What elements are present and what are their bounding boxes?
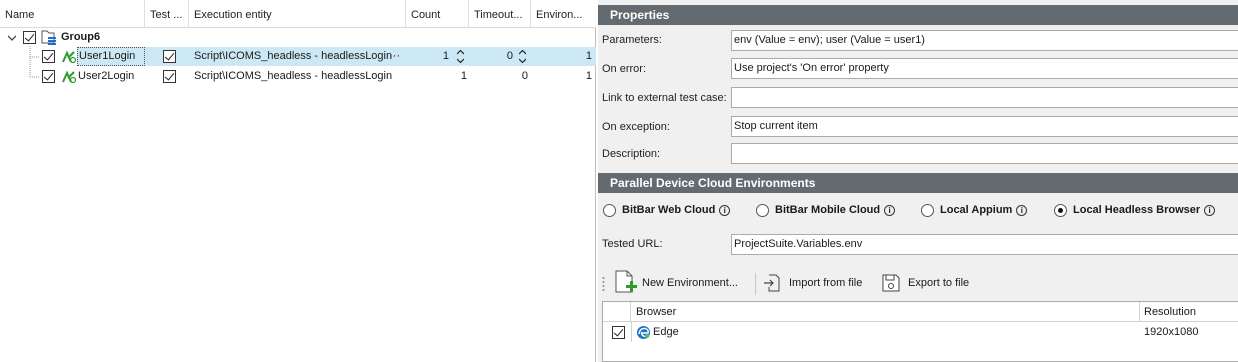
export-label: Export to file bbox=[908, 277, 970, 289]
test-cell bbox=[145, 47, 189, 66]
resolution-value: 1920x1080 bbox=[1144, 326, 1199, 338]
toolbar-grip bbox=[602, 277, 605, 291]
radio-button[interactable] bbox=[921, 203, 934, 217]
item-name[interactable]: User1Login bbox=[77, 47, 145, 66]
radio-button[interactable] bbox=[603, 203, 616, 217]
parameters-label: Parameters: bbox=[602, 34, 662, 46]
ellipsis-button[interactable]: ··· bbox=[389, 47, 400, 66]
grid-header: Name Test ... Execution entity Count Tim… bbox=[0, 0, 596, 28]
info-icon[interactable]: i bbox=[884, 204, 896, 216]
script-routine-icon bbox=[62, 70, 77, 84]
execution-entity-cell[interactable]: Script\ICOMS_headless - headlessLogin ··… bbox=[189, 47, 406, 66]
test-items-panel: Name Test ... Execution entity Count Tim… bbox=[0, 0, 596, 362]
checkbox-column-header bbox=[603, 302, 631, 321]
column-header-count[interactable]: Count bbox=[406, 0, 469, 27]
description-label: Description: bbox=[602, 148, 661, 160]
external-link-field[interactable] bbox=[731, 87, 1238, 108]
environment-enabled-checkbox[interactable] bbox=[612, 326, 625, 339]
radio-label: BitBar Web Cloud bbox=[622, 204, 716, 216]
on-exception-field[interactable]: Stop current item bbox=[731, 116, 1238, 137]
execution-entity-value[interactable]: Script\ICOMS_headless - headlessLogin bbox=[194, 67, 406, 86]
edge-browser-icon bbox=[637, 326, 650, 339]
properties-section-header: Properties bbox=[598, 5, 1238, 25]
properties-panel: Properties Parameters: env (Value = env)… bbox=[598, 0, 1238, 362]
column-header-execution-entity[interactable]: Execution entity bbox=[189, 0, 406, 27]
test-case-checkbox[interactable] bbox=[163, 50, 176, 63]
radio-bitbar-web[interactable]: BitBar Web Cloud i bbox=[603, 202, 731, 218]
environments-value[interactable]: 1 bbox=[531, 47, 596, 66]
chevron-down-icon[interactable] bbox=[8, 34, 16, 42]
count-value: 1 bbox=[442, 50, 449, 62]
item-name[interactable]: User2Login bbox=[78, 67, 145, 86]
environments-section-header: Parallel Device Cloud Environments bbox=[598, 173, 1238, 193]
script-routine-icon bbox=[62, 50, 77, 64]
on-exception-label: On exception: bbox=[602, 121, 670, 133]
item-enabled-checkbox[interactable] bbox=[42, 50, 55, 63]
radio-label: Local Headless Browser bbox=[1073, 204, 1201, 216]
radio-bitbar-mobile[interactable]: BitBar Mobile Cloud i bbox=[756, 202, 896, 218]
radio-label: BitBar Mobile Cloud bbox=[775, 204, 881, 216]
parameters-field[interactable]: env (Value = env); user (Value = user1) bbox=[731, 30, 1238, 51]
group-icon bbox=[41, 30, 56, 45]
timeout-spinner[interactable]: 0 bbox=[469, 47, 531, 66]
test-item-row-2[interactable]: User2Login Script\ICOMS_headless - headl… bbox=[0, 67, 596, 86]
timeout-value[interactable]: 0 bbox=[469, 67, 531, 86]
test-case-checkbox[interactable] bbox=[163, 70, 176, 83]
info-icon[interactable]: i bbox=[719, 204, 731, 216]
description-field[interactable] bbox=[731, 143, 1238, 164]
timeout-value: 0 bbox=[506, 50, 513, 62]
add-document-icon bbox=[615, 270, 637, 293]
tested-url-label: Tested URL: bbox=[602, 238, 663, 250]
save-icon bbox=[882, 274, 900, 292]
column-divider bbox=[1139, 302, 1140, 321]
column-divider bbox=[631, 322, 632, 342]
column-header-browser[interactable]: Browser bbox=[636, 302, 676, 321]
count-spinner[interactable]: 1 bbox=[406, 47, 469, 66]
radio-label: Local Appium bbox=[940, 204, 1013, 216]
radio-button[interactable] bbox=[756, 203, 769, 217]
new-environment-label: New Environment... bbox=[642, 277, 738, 289]
environments-grid: Browser Resolution Edge 1920x1080 bbox=[602, 301, 1238, 362]
group-row[interactable]: Group6 bbox=[0, 28, 596, 47]
group-checkbox[interactable] bbox=[23, 31, 36, 44]
radio-button[interactable] bbox=[1054, 203, 1067, 217]
tested-url-field[interactable]: ProjectSuite.Variables.env bbox=[731, 234, 1238, 255]
column-header-environments[interactable]: Environ... bbox=[531, 0, 596, 27]
import-label: Import from file bbox=[789, 277, 863, 289]
spinner-arrows-icon[interactable] bbox=[519, 50, 526, 63]
test-item-row-1[interactable]: User1Login Script\ICOMS_headless - headl… bbox=[0, 47, 596, 66]
environments-value[interactable]: 1 bbox=[531, 67, 596, 86]
toolbar-divider bbox=[755, 273, 756, 295]
radio-local-appium[interactable]: Local Appium i bbox=[921, 202, 1028, 218]
info-icon[interactable]: i bbox=[1016, 204, 1028, 216]
item-enabled-checkbox[interactable] bbox=[42, 70, 55, 83]
execution-entity-value: Script\ICOMS_headless - headlessLogin bbox=[194, 50, 393, 62]
column-header-test[interactable]: Test ... bbox=[145, 0, 189, 27]
group-name: Group6 bbox=[61, 31, 101, 43]
spinner-arrows-icon[interactable] bbox=[457, 50, 464, 63]
import-icon bbox=[764, 274, 780, 292]
environments-grid-header: Browser Resolution bbox=[603, 302, 1238, 322]
column-header-name[interactable]: Name bbox=[0, 0, 145, 27]
environment-row[interactable]: Edge 1920x1080 bbox=[603, 322, 1238, 342]
radio-local-headless-browser[interactable]: Local Headless Browser i bbox=[1054, 202, 1216, 218]
column-header-resolution[interactable]: Resolution bbox=[1144, 302, 1196, 321]
column-header-timeout[interactable]: Timeout... bbox=[469, 0, 531, 27]
external-link-label: Link to external test case: bbox=[602, 92, 727, 104]
on-error-field[interactable]: Use project's 'On error' property bbox=[731, 58, 1238, 79]
count-value[interactable]: 1 bbox=[406, 67, 469, 86]
browser-name: Edge bbox=[653, 326, 679, 338]
on-error-label: On error: bbox=[602, 63, 647, 75]
info-icon[interactable]: i bbox=[1204, 204, 1216, 216]
